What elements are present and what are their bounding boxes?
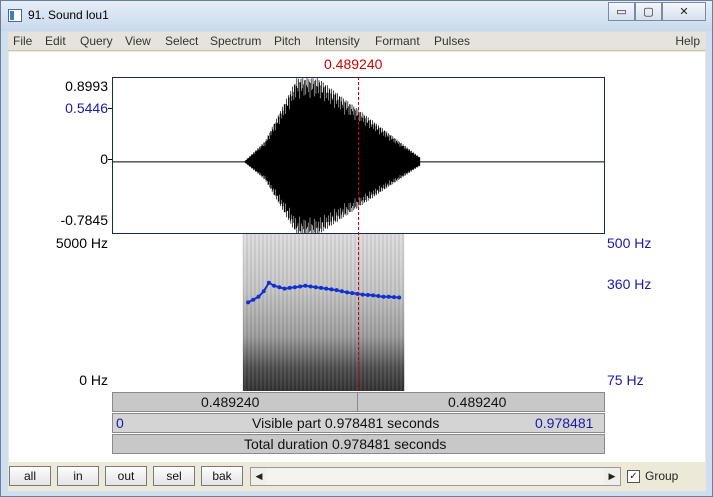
total-duration-label: Total duration 0.978481 seconds [244,436,447,452]
app-icon [8,9,22,22]
wave-y-min: -0.7845 [60,212,108,228]
left-part-time: 0.489240 [201,394,260,410]
zoom-in-button[interactable]: in [57,466,99,486]
menu-query[interactable]: Query [80,34,113,48]
pitch-max-label: 500 Hz [607,235,652,251]
pitch-cursor-label: 360 Hz [607,276,652,292]
cursor-time-label: 0.489240 [324,56,383,72]
menu-pulses[interactable]: Pulses [434,34,470,48]
menu-view[interactable]: View [125,34,151,48]
sound-drawing-area[interactable]: 0.489240 0.8993 0.5446 0 -0.7845 5000 Hz… [9,52,705,462]
menu-bar: File Edit Query View Select Spectrum Pit… [8,32,706,51]
menu-formant[interactable]: Formant [375,34,420,48]
menu-select[interactable]: Select [165,34,198,48]
zoom-out-button[interactable]: out [105,466,147,486]
wave-y-cursor: 0.5446 [65,100,108,116]
menu-intensity[interactable]: Intensity [315,34,360,48]
menu-pitch[interactable]: Pitch [274,34,301,48]
editor-client: File Edit Query View Select Spectrum Pit… [8,32,706,491]
bottom-controls: all in out sel bak ◀ ▶ ✓ Group [8,463,706,491]
right-part-time: 0.489240 [448,394,507,410]
menu-help[interactable]: Help [675,34,700,48]
wave-y-zero: 0 [100,151,108,167]
close-button[interactable]: ✕ [662,2,706,21]
visible-start: 0 [116,415,124,431]
group-label: Group [645,469,679,483]
group-toggle[interactable]: ✓ Group [627,469,678,483]
menu-file[interactable]: File [13,34,32,48]
title-bar[interactable]: 91. Sound lou1 ▭ ▢ ✕ [1,1,712,31]
total-duration-bar[interactable]: Total duration 0.978481 seconds [112,434,605,454]
cursor-line-layer [357,77,359,391]
maximize-button[interactable]: ▢ [635,2,662,21]
scroll-right-arrow-icon[interactable]: ▶ [604,468,620,485]
selection-time-bar[interactable]: 0.489240 0.489240 [112,392,605,412]
menu-spectrum[interactable]: Spectrum [210,34,261,48]
spec-freq-max: 5000 Hz [55,235,108,251]
visible-part-label: Visible part 0.978481 seconds [252,415,440,431]
window-title: 91. Sound lou1 [28,8,109,22]
horizontal-scrollbar[interactable]: ◀ ▶ [250,467,621,486]
zoom-back-button[interactable]: bak [201,466,243,486]
menu-edit[interactable]: Edit [45,34,66,48]
spec-freq-min: 0 Hz [79,372,108,388]
praat-sound-window: 91. Sound lou1 ▭ ▢ ✕ File Edit Query Vie… [0,0,713,497]
zoom-selection-button[interactable]: sel [153,466,195,486]
wave-y-max: 0.8993 [65,78,108,94]
group-checkbox[interactable]: ✓ [627,469,640,483]
scroll-left-arrow-icon[interactable]: ◀ [251,468,267,485]
all-button[interactable]: all [9,466,51,486]
visible-end: 0.978481 [535,415,594,431]
visible-part-bar[interactable]: 0 Visible part 0.978481 seconds 0.978481 [112,413,605,433]
minimize-button[interactable]: ▭ [608,2,635,21]
pitch-min-label: 75 Hz [607,372,644,388]
